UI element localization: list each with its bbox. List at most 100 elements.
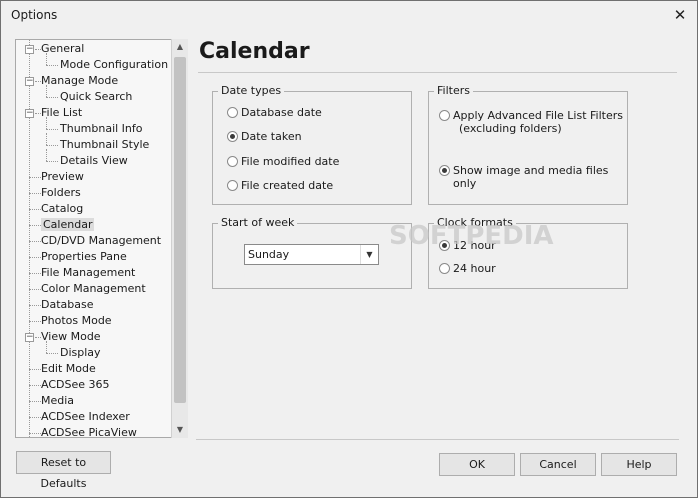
chevron-down-icon: ▼ [360, 245, 378, 264]
collapse-icon[interactable]: − [25, 333, 34, 342]
tree-connector [46, 341, 47, 353]
start-of-week-label: Start of week [218, 216, 298, 229]
tree-item-catalog[interactable]: Catalog [41, 201, 83, 217]
tree-item-quick-search[interactable]: Quick Search [60, 89, 132, 105]
filters-label: Filters [434, 84, 473, 97]
cancel-button[interactable]: Cancel [520, 453, 596, 476]
radio-dot-selected [439, 165, 450, 176]
page-title: Calendar [199, 39, 310, 64]
tree-item-label: Folders [41, 186, 81, 199]
tree-connector [29, 401, 41, 402]
tree-item-media[interactable]: Media [41, 393, 74, 409]
tree-item-label: ACDSee Indexer [41, 410, 130, 423]
start-of-week-select[interactable]: Sunday ▼ [244, 244, 379, 265]
radio-apply-advanced-filters[interactable]: Apply Advanced File List Filters (exclud… [439, 109, 624, 135]
tree-connector [46, 65, 58, 66]
tree-item-general[interactable]: General [41, 41, 84, 57]
scroll-down-arrow-icon[interactable]: ▼ [172, 422, 188, 438]
tree-item-acdsee-picaview[interactable]: ACDSee PicaView [41, 425, 137, 438]
window-title: Options [11, 8, 58, 22]
tree-item-color-management[interactable]: Color Management [41, 281, 146, 297]
scroll-thumb[interactable] [174, 57, 186, 403]
tree-connector [29, 305, 41, 306]
tree-connector [29, 385, 41, 386]
tree-item-database[interactable]: Database [41, 297, 94, 313]
radio-label: File modified date [241, 155, 340, 168]
reset-to-defaults-button[interactable]: Reset to Defaults [16, 451, 111, 490]
radio-24-hour[interactable]: 24 hour [439, 262, 496, 275]
tree-item-acdsee-365[interactable]: ACDSee 365 [41, 377, 110, 393]
tree-item-label: General [41, 42, 85, 55]
radio-dot [227, 107, 238, 118]
tree-connector [46, 117, 47, 129]
tree-item-label: Thumbnail Info [60, 122, 143, 135]
radio-file-modified-date[interactable]: File modified date [227, 155, 339, 168]
tree-item-mode-configuration[interactable]: Mode Configuration [60, 57, 168, 73]
scroll-up-arrow-icon[interactable]: ▲ [172, 39, 188, 55]
radio-file-created-date[interactable]: File created date [227, 179, 333, 192]
tree-item-display[interactable]: Display [60, 345, 101, 361]
tree-connector [46, 161, 58, 162]
tree-item-label: ACDSee PicaView [41, 426, 137, 438]
radio-database-date[interactable]: Database date [227, 106, 322, 119]
tree-item-label: Preview [41, 170, 84, 183]
tree-connector [29, 225, 41, 226]
options-tree: − General Mode Configuration − Manage Mode Qu… [15, 39, 188, 438]
tree-item-label: Color Management [41, 282, 146, 295]
tree-connector [29, 289, 41, 290]
radio-show-image-media-only[interactable]: Show image and media files only [439, 164, 627, 190]
tree-connector [46, 129, 58, 130]
tree-item-folders[interactable]: Folders [41, 185, 81, 201]
tree-connector [29, 257, 41, 258]
ok-button[interactable]: OK [439, 453, 515, 476]
tree-item-cd-dvd-management[interactable]: CD/DVD Management [41, 233, 161, 249]
collapse-icon[interactable]: − [25, 77, 34, 86]
select-value: Sunday [248, 248, 290, 261]
tree-item-photos-mode[interactable]: Photos Mode [41, 313, 112, 329]
help-button[interactable]: Help [601, 453, 677, 476]
tree-connector [29, 369, 41, 370]
tree-item-label: View Mode [41, 330, 101, 343]
collapse-icon[interactable]: − [25, 109, 34, 118]
tree-item-label: File List [41, 106, 83, 119]
watermark-logo: SOFTPEDIA [389, 221, 554, 251]
tree-connector [29, 193, 41, 194]
tree-item-file-management[interactable]: File Management [41, 265, 135, 281]
tree-item-manage-mode[interactable]: Manage Mode [41, 73, 118, 89]
tree-item-label: Calendar [41, 218, 95, 231]
filters-group: Filters Apply Advanced File List Filters… [428, 84, 628, 205]
tree-item-label: Display [60, 346, 101, 359]
tree-item-label: Mode Configuration [60, 58, 169, 71]
tree-item-edit-mode[interactable]: Edit Mode [41, 361, 96, 377]
tree-item-file-list[interactable]: File List [41, 105, 82, 121]
tree-connector [29, 433, 41, 434]
title-bar: Options ✕ [1, 1, 697, 29]
tree-item-label: ACDSee 365 [41, 378, 110, 391]
tree-item-label: Properties Pane [41, 250, 127, 263]
tree-item-label: Thumbnail Style [60, 138, 150, 151]
radio-label-line2: (excluding folders) [459, 122, 562, 135]
radio-label: Show image and media files only [453, 164, 609, 190]
collapse-icon[interactable]: − [25, 45, 34, 54]
radio-label-line1: Apply Advanced File List Filters [453, 109, 623, 122]
radio-dot-selected [227, 131, 238, 142]
radio-label: File created date [241, 179, 334, 192]
tree-connector [29, 273, 41, 274]
tree-item-label: Manage Mode [41, 74, 119, 87]
radio-label: Database date [241, 106, 322, 119]
tree-item-properties-pane[interactable]: Properties Pane [41, 249, 127, 265]
tree-connector [46, 53, 47, 65]
tree-connector [46, 133, 47, 145]
tree-item-details-view[interactable]: Details View [60, 153, 128, 169]
tree-item-thumbnail-style[interactable]: Thumbnail Style [60, 137, 149, 153]
close-button[interactable]: ✕ [671, 6, 689, 24]
tree-item-thumbnail-info[interactable]: Thumbnail Info [60, 121, 143, 137]
tree-item-calendar[interactable]: Calendar [41, 217, 95, 233]
heading-divider [198, 72, 677, 73]
radio-date-taken[interactable]: Date taken [227, 130, 302, 143]
tree-item-view-mode[interactable]: View Mode [41, 329, 101, 345]
tree-item-label: Details View [60, 154, 128, 167]
tree-item-acdsee-indexer[interactable]: ACDSee Indexer [41, 409, 130, 425]
tree-item-preview[interactable]: Preview [41, 169, 84, 185]
tree-scrollbar[interactable]: ▲ ▼ [171, 39, 188, 438]
